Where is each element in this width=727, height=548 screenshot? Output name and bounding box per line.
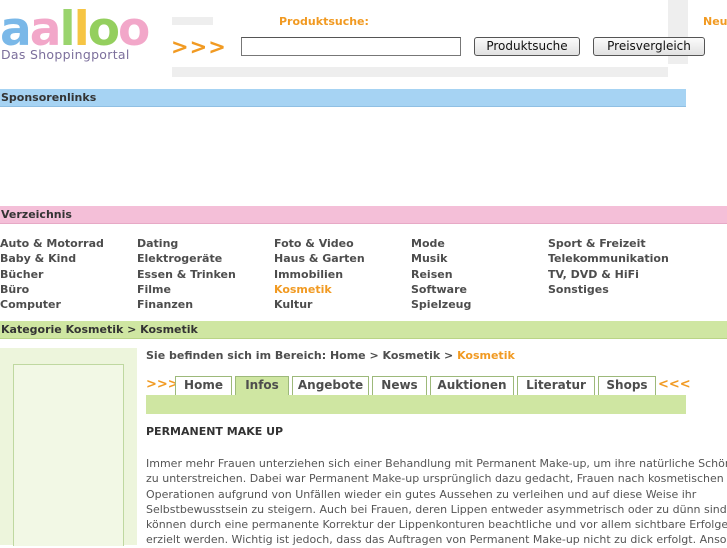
logo-letter: o [117, 2, 150, 57]
article-line: können durch eine permanente Korrektur d… [146, 518, 727, 532]
directory-column: Sport & Freizeit Telekommunikation TV, D… [548, 236, 669, 297]
article-line: Operationen aufgrund von Unfällen wieder… [146, 487, 697, 501]
article-line: zu unterstreichen. Dabei war Permanent M… [146, 472, 724, 486]
directory-link[interactable]: Foto & Video [274, 236, 365, 251]
directory-link[interactable]: Kultur [274, 297, 365, 312]
article-line: Immer mehr Frauen unterziehen sich einer… [146, 457, 727, 470]
article-line: Selbstbewusstsein zu steigern. Auch bei … [146, 502, 727, 516]
directory-link[interactable]: Filme [137, 282, 236, 297]
category-bar: Kategorie Kosmetik > Kosmetik [0, 321, 727, 339]
tab-arrows-right-icon: <<< [658, 377, 691, 392]
tab-auktionen[interactable]: Auktionen [430, 376, 514, 395]
new-badge: Neu! [703, 15, 727, 28]
tab-news[interactable]: News [372, 376, 427, 395]
directory-link[interactable]: Software [411, 282, 471, 297]
product-search-button[interactable]: Produktsuche [474, 37, 580, 56]
directory-bar: Verzeichnis [0, 206, 727, 224]
directory-link[interactable]: Dating [137, 236, 236, 251]
directory-link[interactable]: Musik [411, 251, 471, 266]
tab-arrows-left-icon: >>> [146, 377, 179, 392]
article-line: erzielt werden. Wichtig ist jedoch, dass… [146, 533, 727, 547]
directory-link[interactable]: Bücher [0, 267, 104, 282]
directory-link[interactable]: Reisen [411, 267, 471, 282]
sponsor-links-bar: Sponsorenlinks [0, 89, 686, 107]
logo-wordmark: aalloo [0, 2, 150, 57]
tab-literatur[interactable]: Literatur [517, 376, 595, 395]
search-arrows-icon: >>> [171, 35, 227, 59]
header-decor [172, 17, 213, 25]
directory-column: Foto & Video Haus & Garten Immobilien Ko… [274, 236, 365, 312]
directory-link[interactable]: TV, DVD & HiFi [548, 267, 669, 282]
directory-link[interactable]: Auto & Motorrad [0, 236, 104, 251]
directory-label: Verzeichnis [1, 208, 72, 221]
article-body: Immer mehr Frauen unterziehen sich einer… [146, 456, 727, 548]
tab-home[interactable]: Home [175, 376, 232, 395]
product-search-input[interactable] [241, 37, 461, 56]
directory-link[interactable]: Essen & Trinken [137, 267, 236, 282]
logo-letter: l [59, 2, 75, 57]
sidebar-box [13, 364, 124, 546]
breadcrumb: Sie befinden sich im Bereich: Home > Kos… [146, 349, 515, 362]
tab-angebote[interactable]: Angebote [292, 376, 369, 395]
directory-link[interactable]: Büro [0, 282, 104, 297]
directory-link[interactable]: Haus & Garten [274, 251, 365, 266]
directory-link[interactable]: Mode [411, 236, 471, 251]
directory-link[interactable]: Computer [0, 297, 104, 312]
header-decor [172, 67, 668, 77]
directory-link[interactable]: Sonstiges [548, 282, 669, 297]
aalloo-logo[interactable]: aalloo Das Shoppingportal [0, 2, 170, 62]
logo-letter: a [29, 2, 62, 57]
directory-column: Auto & Motorrad Baby & Kind Bücher Büro … [0, 236, 104, 312]
directory-link[interactable]: Sport & Freizeit [548, 236, 669, 251]
product-search-heading: Produktsuche: [279, 15, 369, 28]
sponsor-links-label: Sponsorenlinks [1, 91, 97, 104]
directory-column: Mode Musik Reisen Software Spielzeug [411, 236, 471, 312]
logo-letter: o [87, 2, 120, 57]
directory-link-active[interactable]: Kosmetik [274, 282, 365, 297]
price-compare-button[interactable]: Preisvergleich [593, 37, 705, 56]
article-title: PERMANENT MAKE UP [146, 425, 284, 438]
directory-link[interactable]: Elektrogeräte [137, 251, 236, 266]
logo-letter: l [73, 2, 90, 57]
directory-link[interactable]: Spielzeug [411, 297, 471, 312]
directory-link[interactable]: Telekommunikation [548, 251, 669, 266]
logo-tagline: Das Shoppingportal [1, 47, 130, 62]
tab-shops[interactable]: Shops [598, 376, 656, 395]
directory-link[interactable]: Baby & Kind [0, 251, 104, 266]
breadcrumb-path: Sie befinden sich im Bereich: Home > Kos… [146, 349, 458, 362]
content-header-bar [146, 395, 686, 414]
directory-link[interactable]: Immobilien [274, 267, 365, 282]
category-breadcrumb: Kategorie Kosmetik > Kosmetik [1, 323, 198, 336]
breadcrumb-current: Kosmetik [457, 349, 515, 362]
tab-infos[interactable]: Infos [235, 376, 289, 395]
directory-column: Dating Elektrogeräte Essen & Trinken Fil… [137, 236, 236, 312]
directory-link[interactable]: Finanzen [137, 297, 236, 312]
logo-letter: a [0, 2, 32, 57]
